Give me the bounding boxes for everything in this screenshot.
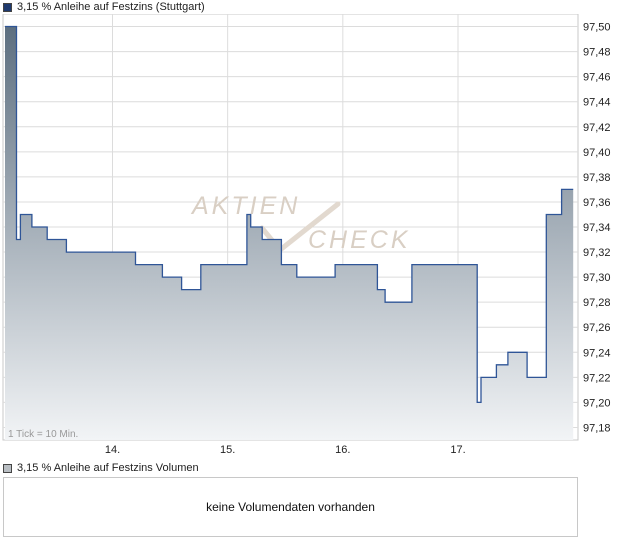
y-tick-label: 97,44 — [583, 97, 611, 109]
y-axis-ticks: 97,18 97,20 97,22 97,24 97,26 97,28 97,30 97,32… — [583, 22, 611, 435]
y-tick-label: 97,26 — [583, 322, 611, 334]
x-tick-label: 14. — [105, 444, 120, 456]
volume-legend: 3,15 % Anleihe auf Festzins Volumen — [3, 462, 199, 475]
y-tick-label: 97,38 — [583, 172, 611, 184]
x-tick-label: 17. — [450, 444, 465, 456]
x-tick-label: 15. — [220, 444, 235, 456]
watermark-check: CHECK — [308, 226, 411, 254]
volume-legend-label: 3,15 % Anleihe auf Festzins Volumen — [17, 462, 199, 474]
volume-panel: keine Volumendaten vorhanden — [3, 477, 578, 537]
y-tick-label: 97,24 — [583, 347, 611, 359]
watermark-aktien: AKTIEN — [190, 192, 300, 220]
x-axis-ticks: 14. 15. 16. 17. — [105, 444, 466, 456]
y-tick-label: 97,18 — [583, 422, 611, 434]
volume-legend-swatch — [3, 464, 12, 473]
y-tick-label: 97,22 — [583, 372, 611, 384]
tick-note: 1 Tick = 10 Min. — [8, 429, 78, 440]
y-tick-label: 97,42 — [583, 122, 611, 134]
volume-empty-message: keine Volumendaten vorhanden — [206, 500, 375, 514]
y-tick-label: 97,46 — [583, 72, 611, 84]
y-tick-label: 97,48 — [583, 47, 611, 59]
x-tick-label: 16. — [335, 444, 350, 456]
y-tick-label: 97,28 — [583, 297, 611, 309]
price-legend-swatch — [3, 3, 12, 12]
price-legend-label: 3,15 % Anleihe auf Festzins (Stuttgart) — [17, 1, 205, 13]
price-chart: AKTIEN CHECK 97,1897,2097,2297,2497,2697… — [2, 14, 611, 456]
y-tick-label: 97,34 — [583, 222, 611, 234]
y-tick-label: 97,20 — [583, 397, 611, 409]
y-tick-label: 97,30 — [583, 272, 611, 284]
y-tick-label: 97,50 — [583, 22, 611, 34]
y-tick-label: 97,40 — [583, 147, 611, 159]
price-legend: 3,15 % Anleihe auf Festzins (Stuttgart) — [3, 1, 205, 14]
y-tick-label: 97,32 — [583, 247, 611, 259]
y-tick-label: 97,36 — [583, 197, 611, 209]
